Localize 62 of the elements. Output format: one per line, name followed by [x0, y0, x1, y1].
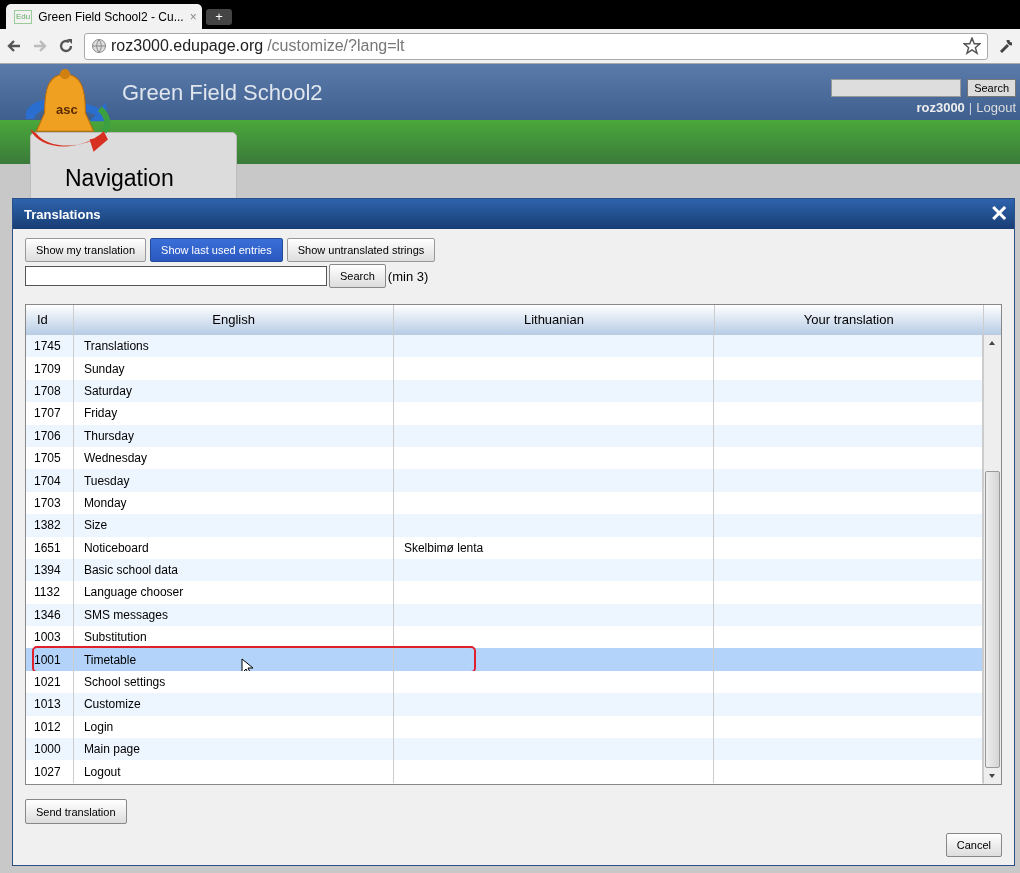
separator-text: | [968, 100, 973, 115]
english-cell: Tuesday [73, 469, 394, 492]
table-row[interactable]: 1013 Customize [26, 693, 984, 716]
favicon-icon: Edu [14, 9, 33, 24]
search-button[interactable]: Search [967, 79, 1016, 97]
filter-button[interactable]: Show last used entries [150, 238, 283, 262]
scroll-thumb[interactable] [985, 471, 1000, 768]
english-cell: Noticeboard [73, 536, 394, 559]
id-cell: 1707 [26, 402, 74, 425]
column-header[interactable]: English [73, 305, 395, 334]
table-row[interactable]: 1704 Tuesday [26, 469, 984, 492]
table-row[interactable]: 1745 Translations [26, 335, 984, 358]
column-header[interactable]: Your translation [714, 305, 984, 334]
id-cell: 1651 [26, 536, 74, 559]
globe-icon [91, 38, 107, 54]
send-translation-button[interactable]: Send translation [25, 799, 127, 824]
back-icon[interactable] [6, 38, 22, 54]
table-row[interactable]: 1001 Timetable [26, 648, 984, 671]
english-cell: Size [73, 514, 394, 537]
star-icon[interactable] [963, 37, 981, 55]
english-cell: Thursday [73, 424, 394, 447]
browser-tab[interactable]: Edu Green Field School2 - Cu... × [6, 4, 202, 29]
site-title: Green Field School2 [122, 80, 323, 107]
address-bar[interactable]: roz3000.edupage.org /customize/?lang=lt [84, 32, 988, 60]
table-row[interactable]: 1346 SMS messages [26, 603, 984, 627]
new-tab-button[interactable]: + [206, 9, 232, 25]
id-cell: 1132 [26, 581, 74, 604]
reload-icon[interactable] [58, 38, 74, 54]
column-header[interactable]: Id [26, 305, 74, 334]
logout-link[interactable]: Logout [976, 100, 1016, 115]
english-cell: Logout [73, 760, 394, 783]
scrollbar[interactable] [983, 335, 1001, 784]
table-row[interactable]: 1706 Thursday [26, 424, 984, 447]
search-hint: (min 3) [387, 268, 429, 284]
table-row[interactable]: 1394 Basic school data [26, 558, 984, 582]
user-name: roz3000 [916, 100, 965, 115]
english-cell: Language chooser [73, 581, 394, 604]
cancel-button[interactable]: Cancel [945, 833, 1002, 857]
lithuanian-cell: Skelbimø lenta [403, 540, 484, 555]
logo-text: asc [56, 102, 78, 117]
wrench-icon[interactable] [998, 38, 1014, 54]
id-cell: 1382 [26, 514, 74, 537]
filter-button[interactable]: Show my translation [25, 238, 147, 262]
search-field[interactable] [25, 266, 327, 286]
search-field[interactable] [831, 79, 962, 97]
id-cell: 1027 [26, 760, 74, 783]
table-row[interactable]: 1000 Main page [26, 738, 984, 761]
id-cell: 1013 [26, 693, 74, 716]
english-cell: Friday [73, 402, 394, 425]
id-cell: 1704 [26, 469, 74, 492]
filter-button[interactable]: Show untranslated strings [286, 238, 436, 262]
id-cell: 1706 [26, 424, 74, 447]
english-cell: Customize [73, 693, 394, 716]
english-cell: Sunday [73, 357, 394, 380]
table-row[interactable]: 1382 Size [26, 514, 984, 537]
search-button[interactable]: Search [329, 264, 386, 288]
id-cell: 1709 [26, 357, 74, 380]
column-header[interactable]: Lithuanian [394, 305, 715, 334]
id-cell: 1001 [26, 648, 74, 671]
close-button[interactable]: ✕ [990, 201, 1008, 227]
table-row[interactable]: 1708 Saturday [26, 379, 984, 403]
dialog-title: Translations [24, 206, 101, 222]
